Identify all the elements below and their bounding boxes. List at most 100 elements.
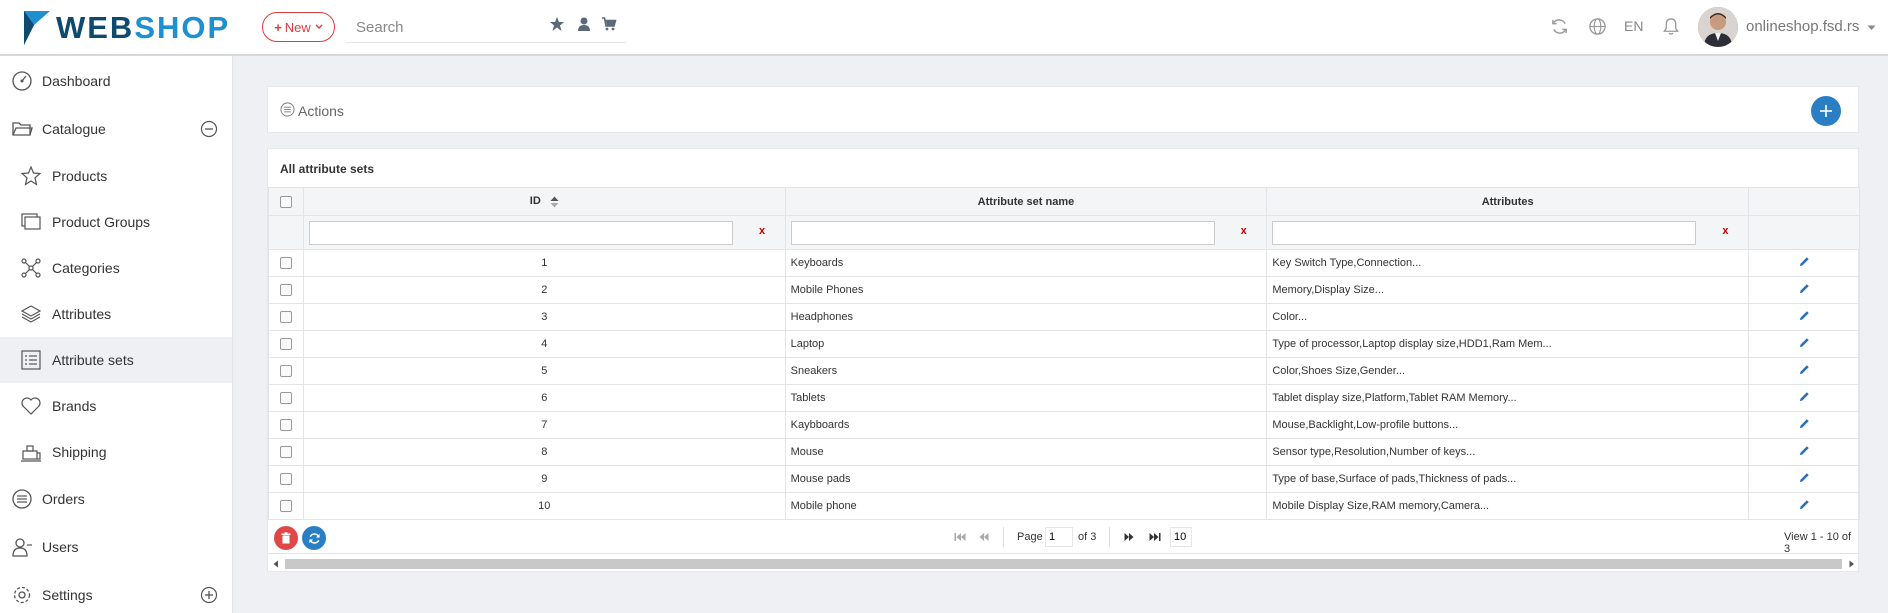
language-selector[interactable]: EN xyxy=(1624,18,1643,34)
sidebar-item-dashboard[interactable]: Dashboard xyxy=(0,58,232,104)
webshop-logo[interactable]: WEBSHOP xyxy=(22,6,230,50)
sidebar-item-users[interactable]: Users xyxy=(0,524,232,570)
new-button-label: New xyxy=(284,19,311,35)
next-page-icon[interactable] xyxy=(1123,532,1135,542)
scroll-right-icon[interactable] xyxy=(1849,560,1855,568)
clear-attributes-filter-button[interactable]: x xyxy=(1722,225,1728,237)
prev-page-icon[interactable] xyxy=(978,532,990,542)
first-page-icon[interactable] xyxy=(954,532,966,542)
filter-attributes-input[interactable] xyxy=(1272,221,1697,245)
column-header-attribute-set-name[interactable]: Attribute set name xyxy=(784,187,1268,216)
refresh-icon xyxy=(308,532,320,544)
cell-attribute-set-name: Tablets xyxy=(784,384,1268,412)
search-input[interactable] xyxy=(356,17,536,37)
row-select-cell xyxy=(268,438,304,466)
user-menu[interactable]: onlineshop.fsd.rs xyxy=(1746,18,1876,35)
cell-attributes: Type of base,Surface of pads,Thickness o… xyxy=(1266,465,1750,493)
globe-icon[interactable] xyxy=(1588,17,1607,36)
scrollbar-thumb[interactable] xyxy=(285,559,1842,569)
star-icon[interactable] xyxy=(549,16,565,32)
row-checkbox[interactable] xyxy=(279,257,292,270)
sidebar-item-shipping[interactable]: Shipping xyxy=(0,429,232,475)
pencil-icon[interactable] xyxy=(1799,499,1810,510)
last-page-icon[interactable] xyxy=(1149,532,1161,542)
sidebar-item-brands[interactable]: Brands xyxy=(0,383,232,429)
heart-icon xyxy=(21,397,41,415)
pencil-icon[interactable] xyxy=(1799,445,1810,456)
user-icon[interactable] xyxy=(576,16,592,32)
cell-attributes: Mobile Display Size,RAM memory,Camera... xyxy=(1266,492,1750,520)
pencil-icon[interactable] xyxy=(1799,418,1810,429)
row-checkbox[interactable] xyxy=(279,284,292,297)
folder-icon xyxy=(12,122,33,136)
sidebar-item-product-groups[interactable]: Product Groups xyxy=(0,199,232,245)
row-checkbox[interactable] xyxy=(279,419,292,432)
table-row[interactable]: 6 Tablets Tablet display size,Platform,Tab… xyxy=(268,384,1860,412)
pencil-icon[interactable] xyxy=(1799,337,1810,348)
cell-attributes: Sensor type,Resolution,Number of keys... xyxy=(1266,438,1750,466)
filter-id-input[interactable] xyxy=(308,221,733,245)
table-row[interactable]: 1 Keyboards Key Switch Type,Connection... xyxy=(268,249,1860,277)
refresh-icon[interactable] xyxy=(1550,17,1569,36)
clear-name-filter-button[interactable]: x xyxy=(1241,225,1247,237)
collapse-icon[interactable] xyxy=(200,120,218,138)
column-header-attributes[interactable]: Attributes xyxy=(1266,187,1750,216)
users-icon xyxy=(12,538,32,557)
logo-flag-icon xyxy=(24,11,50,45)
sidebar-item-attribute-sets[interactable]: Attribute sets xyxy=(0,337,232,383)
row-checkbox[interactable] xyxy=(279,473,292,486)
row-checkbox[interactable] xyxy=(279,365,292,378)
row-checkbox[interactable] xyxy=(279,392,292,405)
filter-name-input[interactable] xyxy=(790,221,1215,245)
expand-icon[interactable] xyxy=(200,586,218,604)
new-button[interactable]: + New xyxy=(262,12,335,42)
table-row[interactable]: 10 Mobile phone Mobile Display Size,RAM me… xyxy=(268,492,1860,520)
sidebar-item-settings[interactable]: Settings xyxy=(0,572,232,613)
delete-button[interactable] xyxy=(274,526,298,550)
cell-id: 5 xyxy=(302,357,786,385)
reload-button[interactable] xyxy=(302,526,326,550)
table-row[interactable]: 2 Mobile Phones Memory,Display Size... xyxy=(268,276,1860,304)
add-attribute-set-button[interactable] xyxy=(1811,96,1841,126)
row-select-cell xyxy=(268,411,304,439)
table-row[interactable]: 3 Headphones Color... xyxy=(268,303,1860,331)
avatar[interactable] xyxy=(1698,7,1738,47)
table-row[interactable]: 5 Sneakers Color,Shoes Size,Gender... xyxy=(268,357,1860,385)
column-header-id[interactable]: ID xyxy=(302,187,786,216)
table-row[interactable]: 7 Kaybboards Mouse,Backlight,Low-profile b… xyxy=(268,411,1860,439)
sidebar-item-products[interactable]: Products xyxy=(0,153,232,199)
page-number-input[interactable] xyxy=(1045,527,1073,547)
cell-attributes: Color... xyxy=(1266,303,1750,331)
sidebar-item-categories[interactable]: Categories xyxy=(0,245,232,291)
horizontal-scrollbar[interactable] xyxy=(268,555,1860,571)
settings-icon xyxy=(13,586,31,604)
sidebar-item-orders[interactable]: Orders xyxy=(0,476,232,522)
row-checkbox[interactable] xyxy=(279,311,292,324)
bell-icon[interactable] xyxy=(1662,17,1680,36)
pencil-icon[interactable] xyxy=(1799,283,1810,294)
row-checkbox[interactable] xyxy=(279,338,292,351)
pencil-icon[interactable] xyxy=(1799,310,1810,321)
logo-text: WEBSHOP xyxy=(56,10,231,45)
sidebar-item-catalogue[interactable]: Catalogue xyxy=(0,106,232,152)
cell-attribute-set-name: Mouse pads xyxy=(784,465,1268,493)
row-checkbox[interactable] xyxy=(279,446,292,459)
select-all-checkbox[interactable] xyxy=(279,195,292,208)
edit-cell xyxy=(1748,492,1860,520)
clear-id-filter-button[interactable]: x xyxy=(759,225,765,237)
table-row[interactable]: 4 Laptop Type of processor,Laptop display … xyxy=(268,330,1860,358)
pencil-icon[interactable] xyxy=(1799,391,1810,402)
pencil-icon[interactable] xyxy=(1799,472,1810,483)
table-row[interactable]: 8 Mouse Sensor type,Resolution,Number of k… xyxy=(268,438,1860,466)
cell-attributes: Type of processor,Laptop display size,HD… xyxy=(1266,330,1750,358)
pencil-icon[interactable] xyxy=(1799,364,1810,375)
table-row[interactable]: 9 Mouse pads Type of base,Surface of pads,… xyxy=(268,465,1860,493)
pager-divider xyxy=(1109,527,1110,547)
cart-icon[interactable] xyxy=(601,16,617,32)
sidebar-item-attributes[interactable]: Attributes xyxy=(0,291,232,337)
rows-per-page-select[interactable] xyxy=(1170,527,1192,547)
pencil-icon[interactable] xyxy=(1799,256,1810,267)
chevron-down-icon xyxy=(1867,25,1876,30)
row-checkbox[interactable] xyxy=(279,500,292,513)
scroll-left-icon[interactable] xyxy=(273,560,279,568)
